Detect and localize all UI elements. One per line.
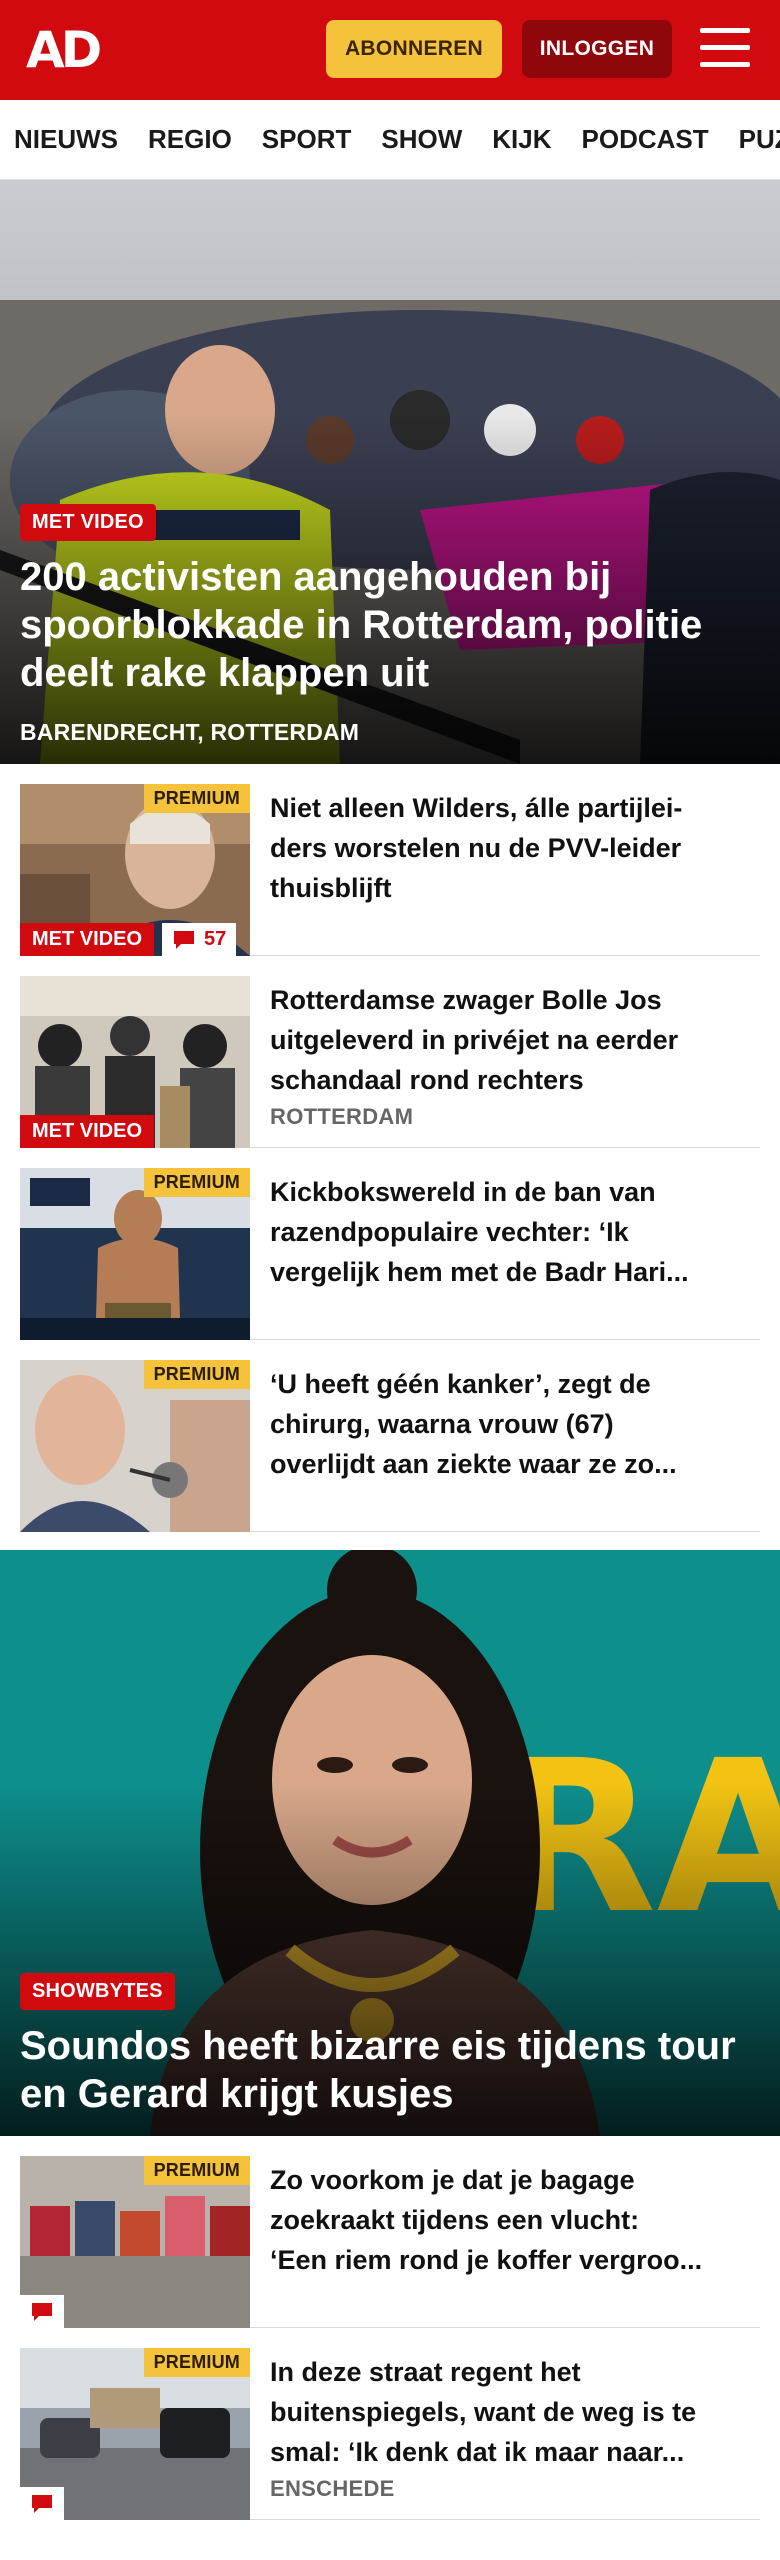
article-location: ENSCHEDE <box>270 2476 395 2501</box>
list-item[interactable]: PREMIUM Zo voorkom je dat je bagage zoek… <box>20 2136 760 2328</box>
list-item[interactable]: PREMIUM ‘U heeft géén kanker’, zegt de c… <box>20 1340 760 1532</box>
nav-item-regio[interactable]: REGIO <box>148 124 232 155</box>
comment-badge <box>20 2295 64 2328</box>
article-headline[interactable]: In deze straat regent het buitenspiegels… <box>270 2352 760 2472</box>
hero-headline[interactable]: 200 activisten aangehouden bij spoorblok… <box>20 553 760 697</box>
article-thumbnail: PREMIUM <box>20 2156 250 2328</box>
article-headline[interactable]: Zo voorkom je dat je bagage zoekraakt ti… <box>270 2160 760 2280</box>
article-thumbnail: PREMIUM <box>20 1168 250 1340</box>
comment-count-badge: 57 <box>162 923 237 956</box>
article-headline[interactable]: Rotterdamse zwager Bolle Jos uitgeleverd… <box>270 980 760 1100</box>
hero-location: BARENDRECHT, ROTTERDAM <box>20 719 360 745</box>
hamburger-menu-icon[interactable] <box>700 28 752 72</box>
list-item[interactable]: PREMIUM Kickbokswereld in de ban van raz… <box>20 1148 760 1340</box>
nav-item-kijk[interactable]: KIJK <box>492 124 551 155</box>
list-item[interactable]: PREMIUM In deze straat regent het buiten… <box>20 2328 760 2520</box>
video-label: MET VIDEO <box>20 1115 155 1148</box>
premium-badge: PREMIUM <box>143 784 250 813</box>
list-item[interactable]: PREMIUM MET VIDEO 57 Niet alleen Wilders… <box>20 764 760 956</box>
article-thumbnail: PREMIUM <box>20 1360 250 1532</box>
nav-item-sport[interactable]: SPORT <box>262 124 352 155</box>
premium-badge: PREMIUM <box>143 2348 250 2377</box>
login-button[interactable]: INLOGGEN <box>522 20 672 78</box>
premium-badge: PREMIUM <box>143 1168 250 1197</box>
premium-badge: PREMIUM <box>143 1360 250 1389</box>
premium-badge: PREMIUM <box>143 2156 250 2185</box>
comment-icon <box>32 2495 52 2513</box>
comment-badge <box>20 2487 64 2520</box>
article-thumbnail: PREMIUM MET VIDEO 57 <box>20 784 250 956</box>
article-location: ROTTERDAM <box>270 1104 414 1129</box>
section-nav: NIEUWS REGIO SPORT SHOW KIJK PODCAST PUZ… <box>0 100 780 180</box>
nav-item-puzzels[interactable]: PUZZELS <box>739 124 780 155</box>
video-label: MET VIDEO <box>20 923 155 956</box>
video-label: MET VIDEO <box>20 504 156 541</box>
nav-item-podcast[interactable]: PODCAST <box>582 124 709 155</box>
nav-item-show[interactable]: SHOW <box>381 124 462 155</box>
comment-icon <box>174 930 194 949</box>
article-headline[interactable]: Kickbokswereld in de ban van razendpopul… <box>270 1172 760 1292</box>
hero-article-protest[interactable]: MET VIDEO 200 activisten aangehouden bij… <box>0 180 780 764</box>
article-headline[interactable]: Niet alleen Wilders, álle partijlei- der… <box>270 788 760 908</box>
ad-logo[interactable]: AD <box>26 22 102 78</box>
site-header: AD ABONNEREN INLOGGEN <box>0 0 780 100</box>
subscribe-button[interactable]: ABONNEREN <box>326 20 502 78</box>
hero-headline[interactable]: Soundos heeft bizarre eis tijdens tour e… <box>20 2022 760 2118</box>
article-thumbnail: MET VIDEO <box>20 976 250 1148</box>
article-headline[interactable]: ‘U heeft géén kanker’, zegt de chirurg, … <box>270 1364 760 1484</box>
list-item[interactable]: MET VIDEO Rotterdamse zwager Bolle Jos u… <box>20 956 760 1148</box>
showbytes-label: SHOWBYTES <box>20 1973 175 2010</box>
comment-icon <box>32 2303 52 2321</box>
nav-item-nieuws[interactable]: NIEUWS <box>14 124 118 155</box>
article-thumbnail: PREMIUM <box>20 2348 250 2520</box>
comment-count: 57 <box>204 928 227 950</box>
hero-article-soundos[interactable]: RA SHOWBYTES Soundos heeft bizarre eis t… <box>0 1550 780 2136</box>
